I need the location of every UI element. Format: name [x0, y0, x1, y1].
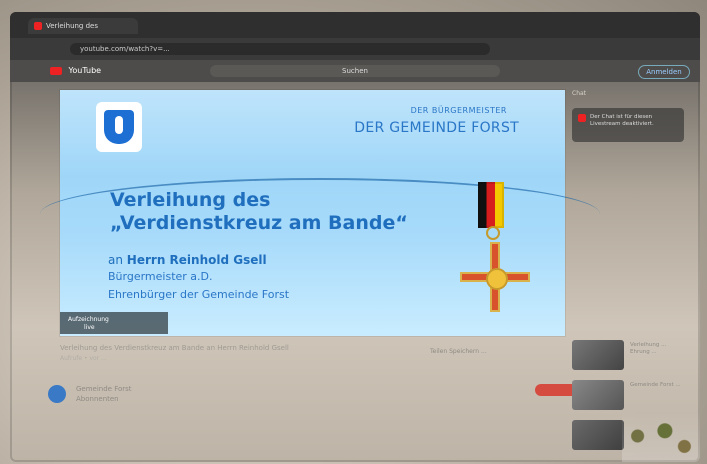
recommended-thumbnail[interactable] — [572, 340, 624, 370]
browser-addressbar: youtube.com/watch?v=... — [10, 38, 700, 60]
screen-frame: Verleihung des Verdienstkreuz am Bande..… — [10, 12, 700, 462]
browser-tab[interactable]: Verleihung des Verdienstkreuz am Bande..… — [28, 18, 138, 62]
overlay-line1: Aufzeichnung — [68, 316, 109, 323]
channel-subtitle: Abonnenten — [76, 395, 119, 403]
video-overlay: Aufzeichnung live — [60, 312, 168, 334]
recommended-title[interactable]: Verleihung ... Ehrung ... — [630, 342, 682, 356]
chat-notice: Der Chat ist für diesen Livestream deakt… — [590, 114, 654, 127]
signin-button[interactable]: Anmelden — [638, 65, 690, 79]
slide-line2: Bürgermeister a.D. — [108, 270, 213, 283]
overlay-line2: live — [84, 324, 95, 331]
shield-icon — [104, 110, 134, 144]
recommended-thumbnail[interactable] — [572, 420, 624, 450]
cross-center — [486, 268, 508, 290]
slide-recipient-name: Herrn Reinhold Gsell — [126, 253, 267, 267]
slide-org-small: DER BÜRGERMEISTER — [410, 106, 507, 115]
video-meta: Aufrufe • vor ... — [60, 355, 107, 362]
youtube-favicon-icon — [34, 22, 42, 30]
recommended-title[interactable]: Gemeinde Forst ... — [630, 382, 682, 389]
slide-title-line1: Verleihung des — [110, 189, 271, 211]
right-sidebar: Chat Der Chat ist für diesen Livestream … — [572, 90, 684, 462]
slide-line3: Ehrenbürger der Gemeinde Forst — [108, 288, 290, 301]
flowers-decoration — [622, 410, 700, 462]
medal-ring — [486, 226, 500, 240]
video-actions[interactable]: Teilen Speichern … — [430, 348, 487, 355]
subscribe-button[interactable] — [535, 384, 577, 396]
slide-recipient: an Herrn Reinhold Gsell — [108, 253, 267, 267]
ribbon-icon — [478, 182, 504, 228]
address-field[interactable]: youtube.com/watch?v=... — [70, 43, 490, 55]
browser-tabbar: Verleihung des Verdienstkreuz am Bande..… — [10, 12, 700, 62]
coat-of-arms-icon — [96, 102, 142, 152]
youtube-logo[interactable]: YouTube — [50, 66, 101, 75]
search-input[interactable]: Suchen — [210, 65, 500, 77]
video-title: Verleihung des Verdienstkreuz am Bande a… — [60, 344, 289, 352]
address-text: youtube.com/watch?v=... — [80, 45, 170, 53]
slide-recipient-prefix: an — [108, 253, 123, 267]
channel-row: Gemeinde Forst Abonnenten — [48, 384, 132, 404]
medal-icon — [450, 182, 540, 317]
sidebar-header: Chat — [572, 90, 587, 97]
slide-title-line2: „Verdienstkreuz am Bande“ — [110, 212, 408, 234]
youtube-play-icon — [50, 66, 62, 75]
youtube-logo-text: YouTube — [68, 66, 102, 75]
channel-text: Gemeinde Forst Abonnenten — [76, 384, 132, 404]
cross-icon — [460, 242, 530, 312]
video-player[interactable]: DER BÜRGERMEISTER DER GEMEINDE FORST Ver… — [40, 90, 600, 336]
channel-name[interactable]: Gemeinde Forst — [76, 384, 132, 394]
youtube-header: YouTube Suchen Anmelden — [10, 60, 700, 82]
recommended-thumbnail[interactable] — [572, 380, 624, 410]
chat-box: Der Chat ist für diesen Livestream deakt… — [572, 108, 684, 142]
slide-org: DER GEMEINDE FORST — [354, 120, 519, 136]
chat-warning-icon — [578, 114, 586, 122]
avatar[interactable] — [48, 385, 66, 403]
